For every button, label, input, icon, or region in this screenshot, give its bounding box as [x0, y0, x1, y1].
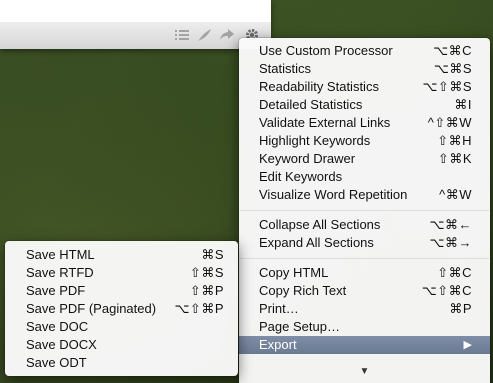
scroll-down-arrow-icon[interactable]: ▼	[239, 366, 490, 377]
menu-item-shortcut: ⌥⌘→	[429, 235, 472, 250]
menu-item-copy-rich-text[interactable]: Copy Rich Text ⌥⇧⌘C	[239, 282, 490, 300]
menu-item-export[interactable]: Export ▶	[239, 336, 490, 354]
quill-icon[interactable]	[196, 28, 212, 42]
share-arrow-icon[interactable]	[219, 28, 235, 42]
menu-item-shortcut: ⌥⌘←	[429, 217, 472, 232]
menu-item-shortcut: ⌥⇧⌘S	[422, 79, 472, 94]
menu-item-label: Print…	[259, 301, 299, 316]
menu-item-keyword-drawer[interactable]: Keyword Drawer ⇧⌘K	[239, 150, 490, 168]
export-submenu: Save HTML ⌘S Save RTFD ⇧⌘S Save PDF ⇧⌘P …	[5, 241, 238, 376]
menu-item-shortcut: ⌥⇧⌘C	[421, 283, 472, 298]
menu-separator	[240, 210, 489, 211]
menu-item-shortcut: ⇧⌘C	[437, 265, 472, 280]
menu-item-label: Expand All Sections	[259, 235, 374, 250]
submenu-item-save-odt[interactable]: Save ODT	[5, 354, 238, 372]
menu-item-label: Save ODT	[26, 355, 87, 370]
menu-item-label: Save PDF	[26, 283, 86, 298]
menu-item-use-custom-processor[interactable]: Use Custom Processor ⌥⌘C	[239, 42, 490, 60]
submenu-item-save-html[interactable]: Save HTML ⌘S	[5, 246, 238, 264]
gear-menu: Use Custom Processor ⌥⌘C Statistics ⌥⌘S …	[239, 38, 490, 383]
menu-item-edit-keywords[interactable]: Edit Keywords	[239, 168, 490, 186]
menu-item-label: Save PDF (Paginated)	[26, 301, 157, 316]
menu-item-label: Visualize Word Repetition	[259, 187, 408, 202]
menu-item-label: Save DOC	[26, 319, 89, 334]
submenu-item-save-rtfd[interactable]: Save RTFD ⇧⌘S	[5, 264, 238, 282]
menu-item-shortcut: ⇧⌘S	[189, 265, 224, 280]
menu-item-label: Detailed Statistics	[259, 97, 363, 112]
submenu-item-save-doc[interactable]: Save DOC	[5, 318, 238, 336]
menu-item-label: Use Custom Processor	[259, 43, 393, 58]
document-area[interactable]	[0, 0, 261, 23]
editor-window	[0, 0, 271, 49]
menu-item-label: Export	[259, 337, 297, 352]
menu-item-label: Save RTFD	[26, 265, 94, 280]
menu-item-label: Statistics	[259, 61, 312, 76]
menu-item-detailed-statistics[interactable]: Detailed Statistics ⌘I	[239, 96, 490, 114]
menu-item-validate-external-links[interactable]: Validate External Links ^⇧⌘W	[239, 114, 490, 132]
menu-item-shortcut: ⇧⌘H	[437, 133, 472, 148]
menu-item-label: Readability Statistics	[259, 79, 379, 94]
menu-item-expand-all-sections[interactable]: Expand All Sections ⌥⌘→	[239, 234, 490, 252]
menu-item-label: Page Setup…	[259, 319, 340, 334]
submenu-item-save-pdf-paginated[interactable]: Save PDF (Paginated) ⌥⇧⌘P	[5, 300, 238, 318]
menu-separator	[240, 258, 489, 259]
submenu-item-save-docx[interactable]: Save DOCX	[5, 336, 238, 354]
menu-item-readability-statistics[interactable]: Readability Statistics ⌥⇧⌘S	[239, 78, 490, 96]
editor-toolbar	[0, 22, 271, 49]
menu-item-shortcut: ⌥⇧⌘P	[174, 301, 224, 316]
menu-item-shortcut: ⌥⌘S	[433, 61, 472, 76]
menu-item-shortcut: ^⇧⌘W	[427, 115, 472, 130]
menu-item-visualize-word-repetition[interactable]: Visualize Word Repetition ^⌘W	[239, 186, 490, 204]
menu-item-label: Highlight Keywords	[259, 133, 371, 148]
menu-item-shortcut: ^⌘W	[439, 187, 472, 202]
submenu-item-save-pdf[interactable]: Save PDF ⇧⌘P	[5, 282, 238, 300]
menu-item-label: Collapse All Sections	[259, 217, 381, 232]
menu-item-shortcut: ⇧⌘P	[189, 283, 224, 298]
menu-item-shortcut: ⌘S	[201, 247, 224, 262]
menu-item-shortcut: ⌘P	[449, 301, 472, 316]
list-icon[interactable]	[174, 28, 190, 42]
menu-item-collapse-all-sections[interactable]: Collapse All Sections ⌥⌘←	[239, 216, 490, 234]
menu-item-label: Copy HTML	[259, 265, 329, 280]
menu-item-print[interactable]: Print… ⌘P	[239, 300, 490, 318]
menu-item-label: Save HTML	[26, 247, 95, 262]
menu-item-shortcut: ⌥⌘C	[433, 43, 472, 58]
menu-item-label: Edit Keywords	[259, 169, 343, 184]
menu-item-label: Save DOCX	[26, 337, 97, 352]
menu-item-highlight-keywords[interactable]: Highlight Keywords ⇧⌘H	[239, 132, 490, 150]
menu-item-shortcut: ⇧⌘K	[437, 151, 472, 166]
menu-item-label: Validate External Links	[259, 115, 391, 130]
menu-item-label: Copy Rich Text	[259, 283, 347, 298]
menu-item-label: Keyword Drawer	[259, 151, 356, 166]
menu-item-copy-html[interactable]: Copy HTML ⇧⌘C	[239, 264, 490, 282]
menu-item-page-setup[interactable]: Page Setup…	[239, 318, 490, 336]
menu-item-statistics[interactable]: Statistics ⌥⌘S	[239, 60, 490, 78]
menu-item-shortcut: ⌘I	[454, 97, 472, 112]
submenu-arrow-icon: ▶	[463, 339, 472, 351]
